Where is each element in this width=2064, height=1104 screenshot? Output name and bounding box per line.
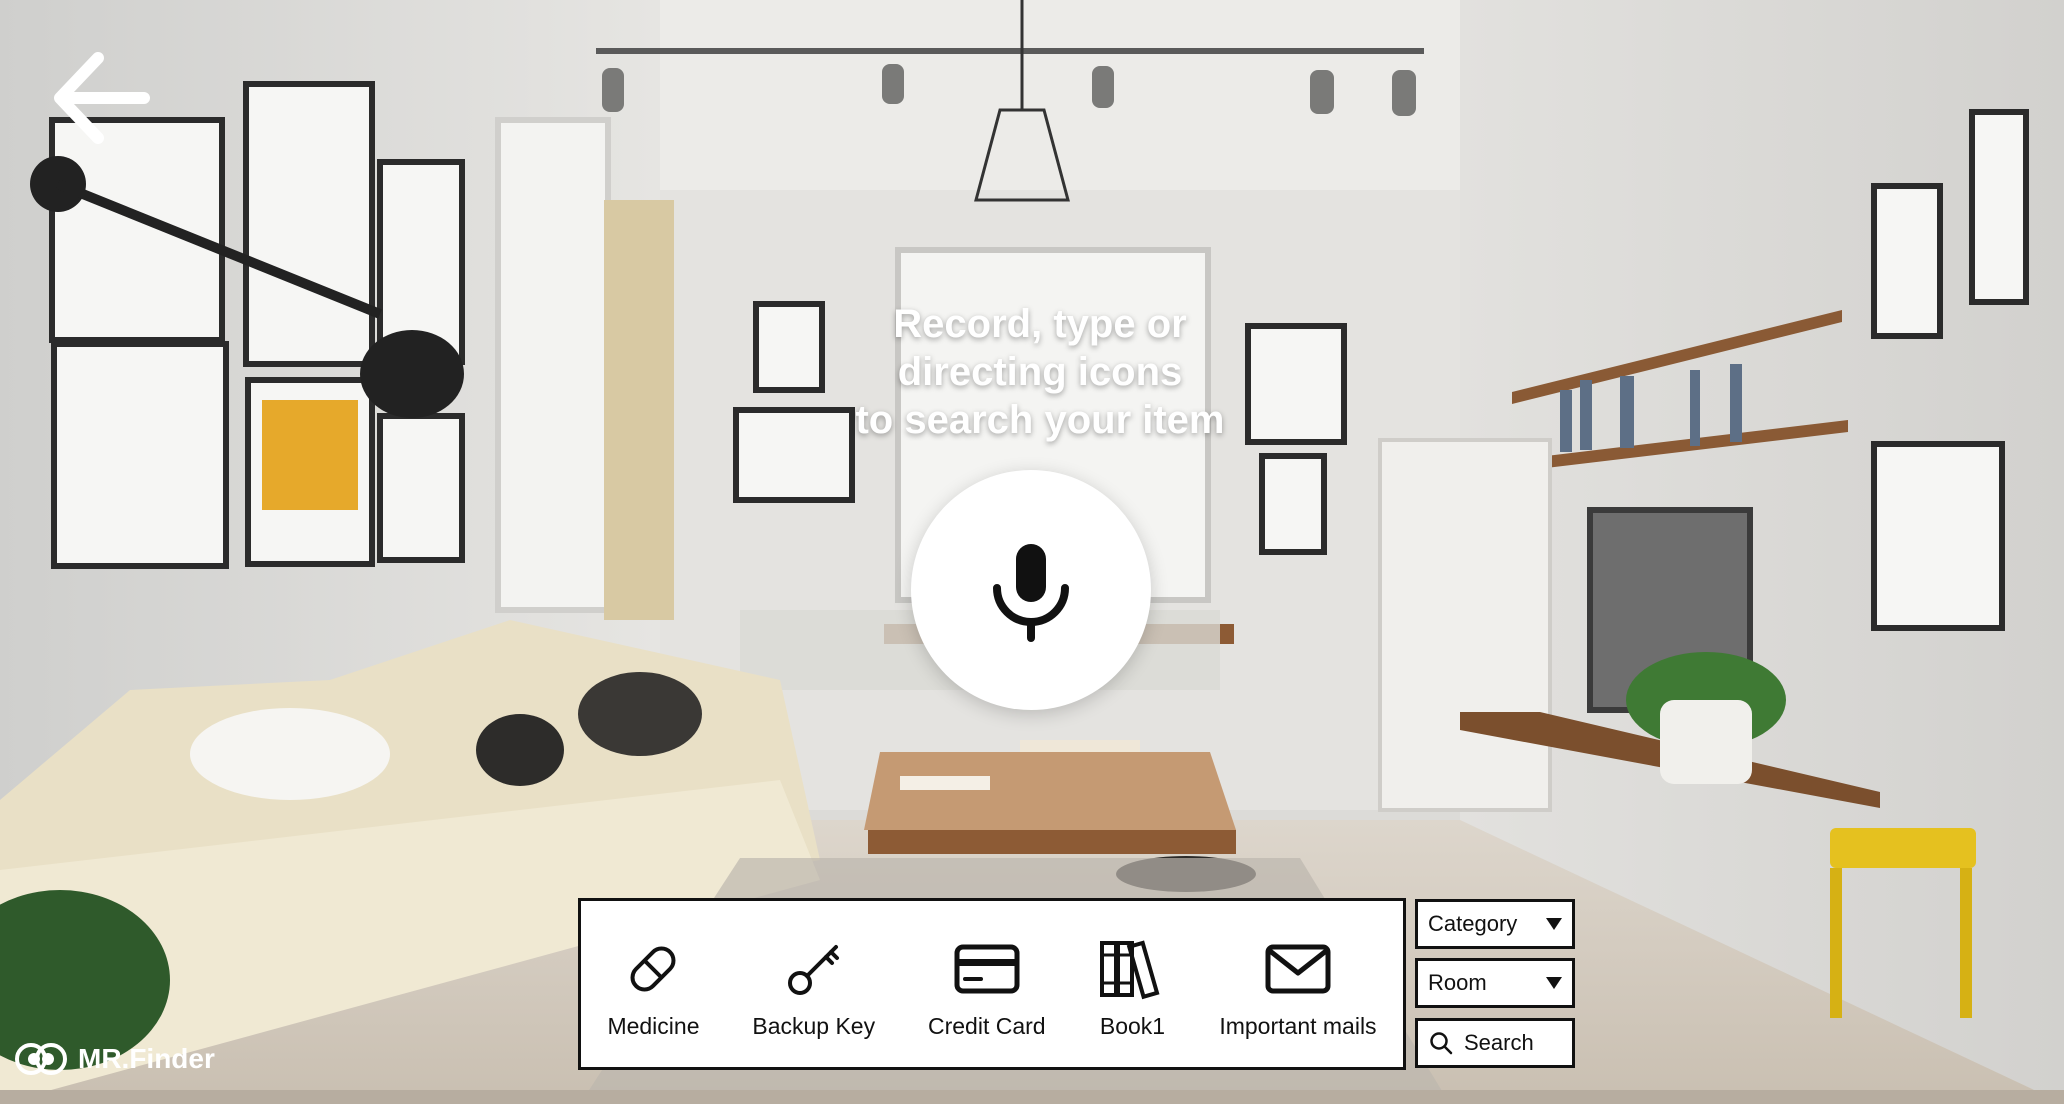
quick-item-medicine[interactable]: Medicine xyxy=(607,935,699,1040)
prompt-line-3: to search your item xyxy=(855,398,1225,442)
microphone-icon xyxy=(993,544,1069,642)
quick-item-important-mails[interactable]: Important mails xyxy=(1219,935,1377,1040)
quick-item-label: Credit Card xyxy=(927,1013,1046,1039)
pill-icon xyxy=(630,946,676,992)
books-icon xyxy=(1100,940,1160,1000)
quick-item-label: Backup Key xyxy=(752,1013,876,1039)
search-button[interactable]: Search xyxy=(1415,1018,1575,1068)
prompt-line-2: directing icons xyxy=(897,350,1183,394)
brand-name: MR.Finder xyxy=(78,1043,215,1074)
category-dropdown-value: Category xyxy=(1428,911,1518,936)
caret-down-icon xyxy=(1546,977,1562,989)
quick-item-backup-key[interactable]: Backup Key xyxy=(752,935,875,1040)
quick-item-label: Book1 xyxy=(1099,1013,1166,1039)
room-dropdown-value: Room xyxy=(1428,970,1487,995)
arrow-left-icon xyxy=(54,52,150,144)
quick-item-book1[interactable]: Book1 xyxy=(1098,935,1166,1040)
credit-card-icon xyxy=(954,944,1020,994)
brand-logo: MR.Finder xyxy=(14,1032,215,1086)
search-prompt-text: Record, type or directing icons to searc… xyxy=(820,300,1260,444)
quick-item-credit-card[interactable]: Credit Card xyxy=(928,935,1046,1040)
search-label: Search xyxy=(1464,1030,1534,1055)
eyes-logo-icon xyxy=(15,1043,67,1075)
category-dropdown[interactable]: Category xyxy=(1415,899,1575,949)
envelope-icon xyxy=(1265,944,1331,994)
voice-record-button[interactable] xyxy=(911,470,1151,710)
quick-item-label: Important mails xyxy=(1219,1013,1377,1039)
room-dropdown[interactable]: Room xyxy=(1415,958,1575,1008)
quick-item-label: Medicine xyxy=(607,1013,700,1039)
search-icon xyxy=(1430,1032,1453,1055)
caret-down-icon xyxy=(1546,918,1562,930)
key-icon xyxy=(787,945,839,995)
back-button[interactable] xyxy=(40,40,160,160)
quick-items-panel: Medicine Backup Key Credit Card Book1 Im… xyxy=(578,898,1406,1070)
prompt-line-1: Record, type or xyxy=(893,302,1187,346)
